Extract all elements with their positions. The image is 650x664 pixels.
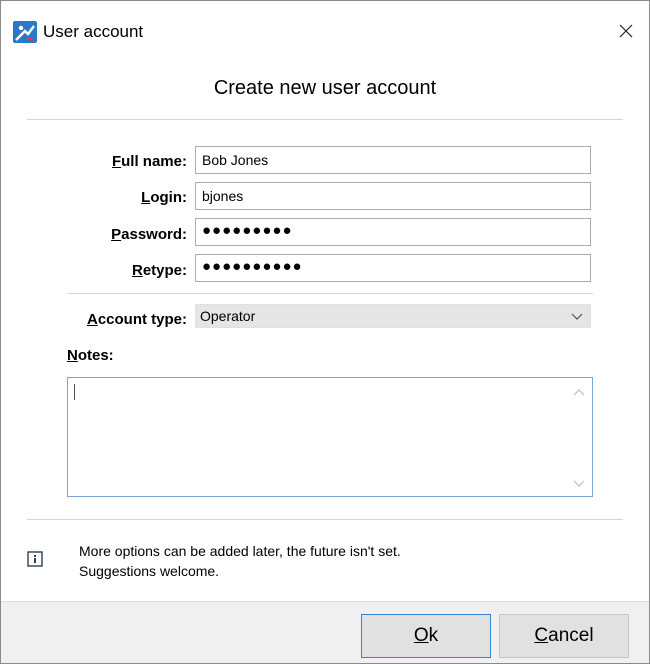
dialog-content: Create new user account Full name: Bob J… [1,61,649,601]
notes-divider [27,519,623,520]
close-button[interactable] [603,11,649,51]
cancel-button[interactable]: Cancel [499,614,629,658]
info-icon [27,551,43,567]
ok-button[interactable]: Ok [361,614,491,658]
account-type-label: Account type: [86,311,187,328]
account-type-value: Operator [200,308,256,324]
retype-password-field[interactable]: ●●●●●●●●●● [195,254,591,282]
fields-divider [67,293,593,294]
app-icon [13,21,37,43]
full-name-label: Full name: [111,153,187,170]
account-type-select[interactable]: Operator [195,304,591,328]
notes-label: Notes: [67,347,114,364]
info-message: More options can be added later, the fut… [79,541,599,581]
chevron-down-icon [571,313,583,320]
notes-textarea[interactable] [67,377,593,497]
info-line-2: Suggestions welcome. [79,563,220,579]
login-label: Login: [141,189,187,206]
login-field[interactable]: bjones [195,182,591,210]
user-account-dialog: User account Create new user account Ful… [0,0,650,664]
close-icon [619,24,633,38]
title-bar: User account [1,1,649,61]
password-label: Password: [111,226,187,243]
window-title: User account [43,22,144,41]
scroll-down-icon[interactable] [572,476,586,490]
text-caret [74,384,75,400]
button-bar: Ok Cancel [1,601,649,663]
info-line-1: More options can be added later, the fut… [79,543,401,559]
password-field[interactable]: ●●●●●●●●● [195,218,591,246]
heading-divider [27,119,623,120]
scroll-up-icon[interactable] [572,386,586,400]
page-title: Create new user account [213,77,437,99]
retype-label: Retype: [131,262,187,279]
full-name-field[interactable]: Bob Jones [195,146,591,174]
